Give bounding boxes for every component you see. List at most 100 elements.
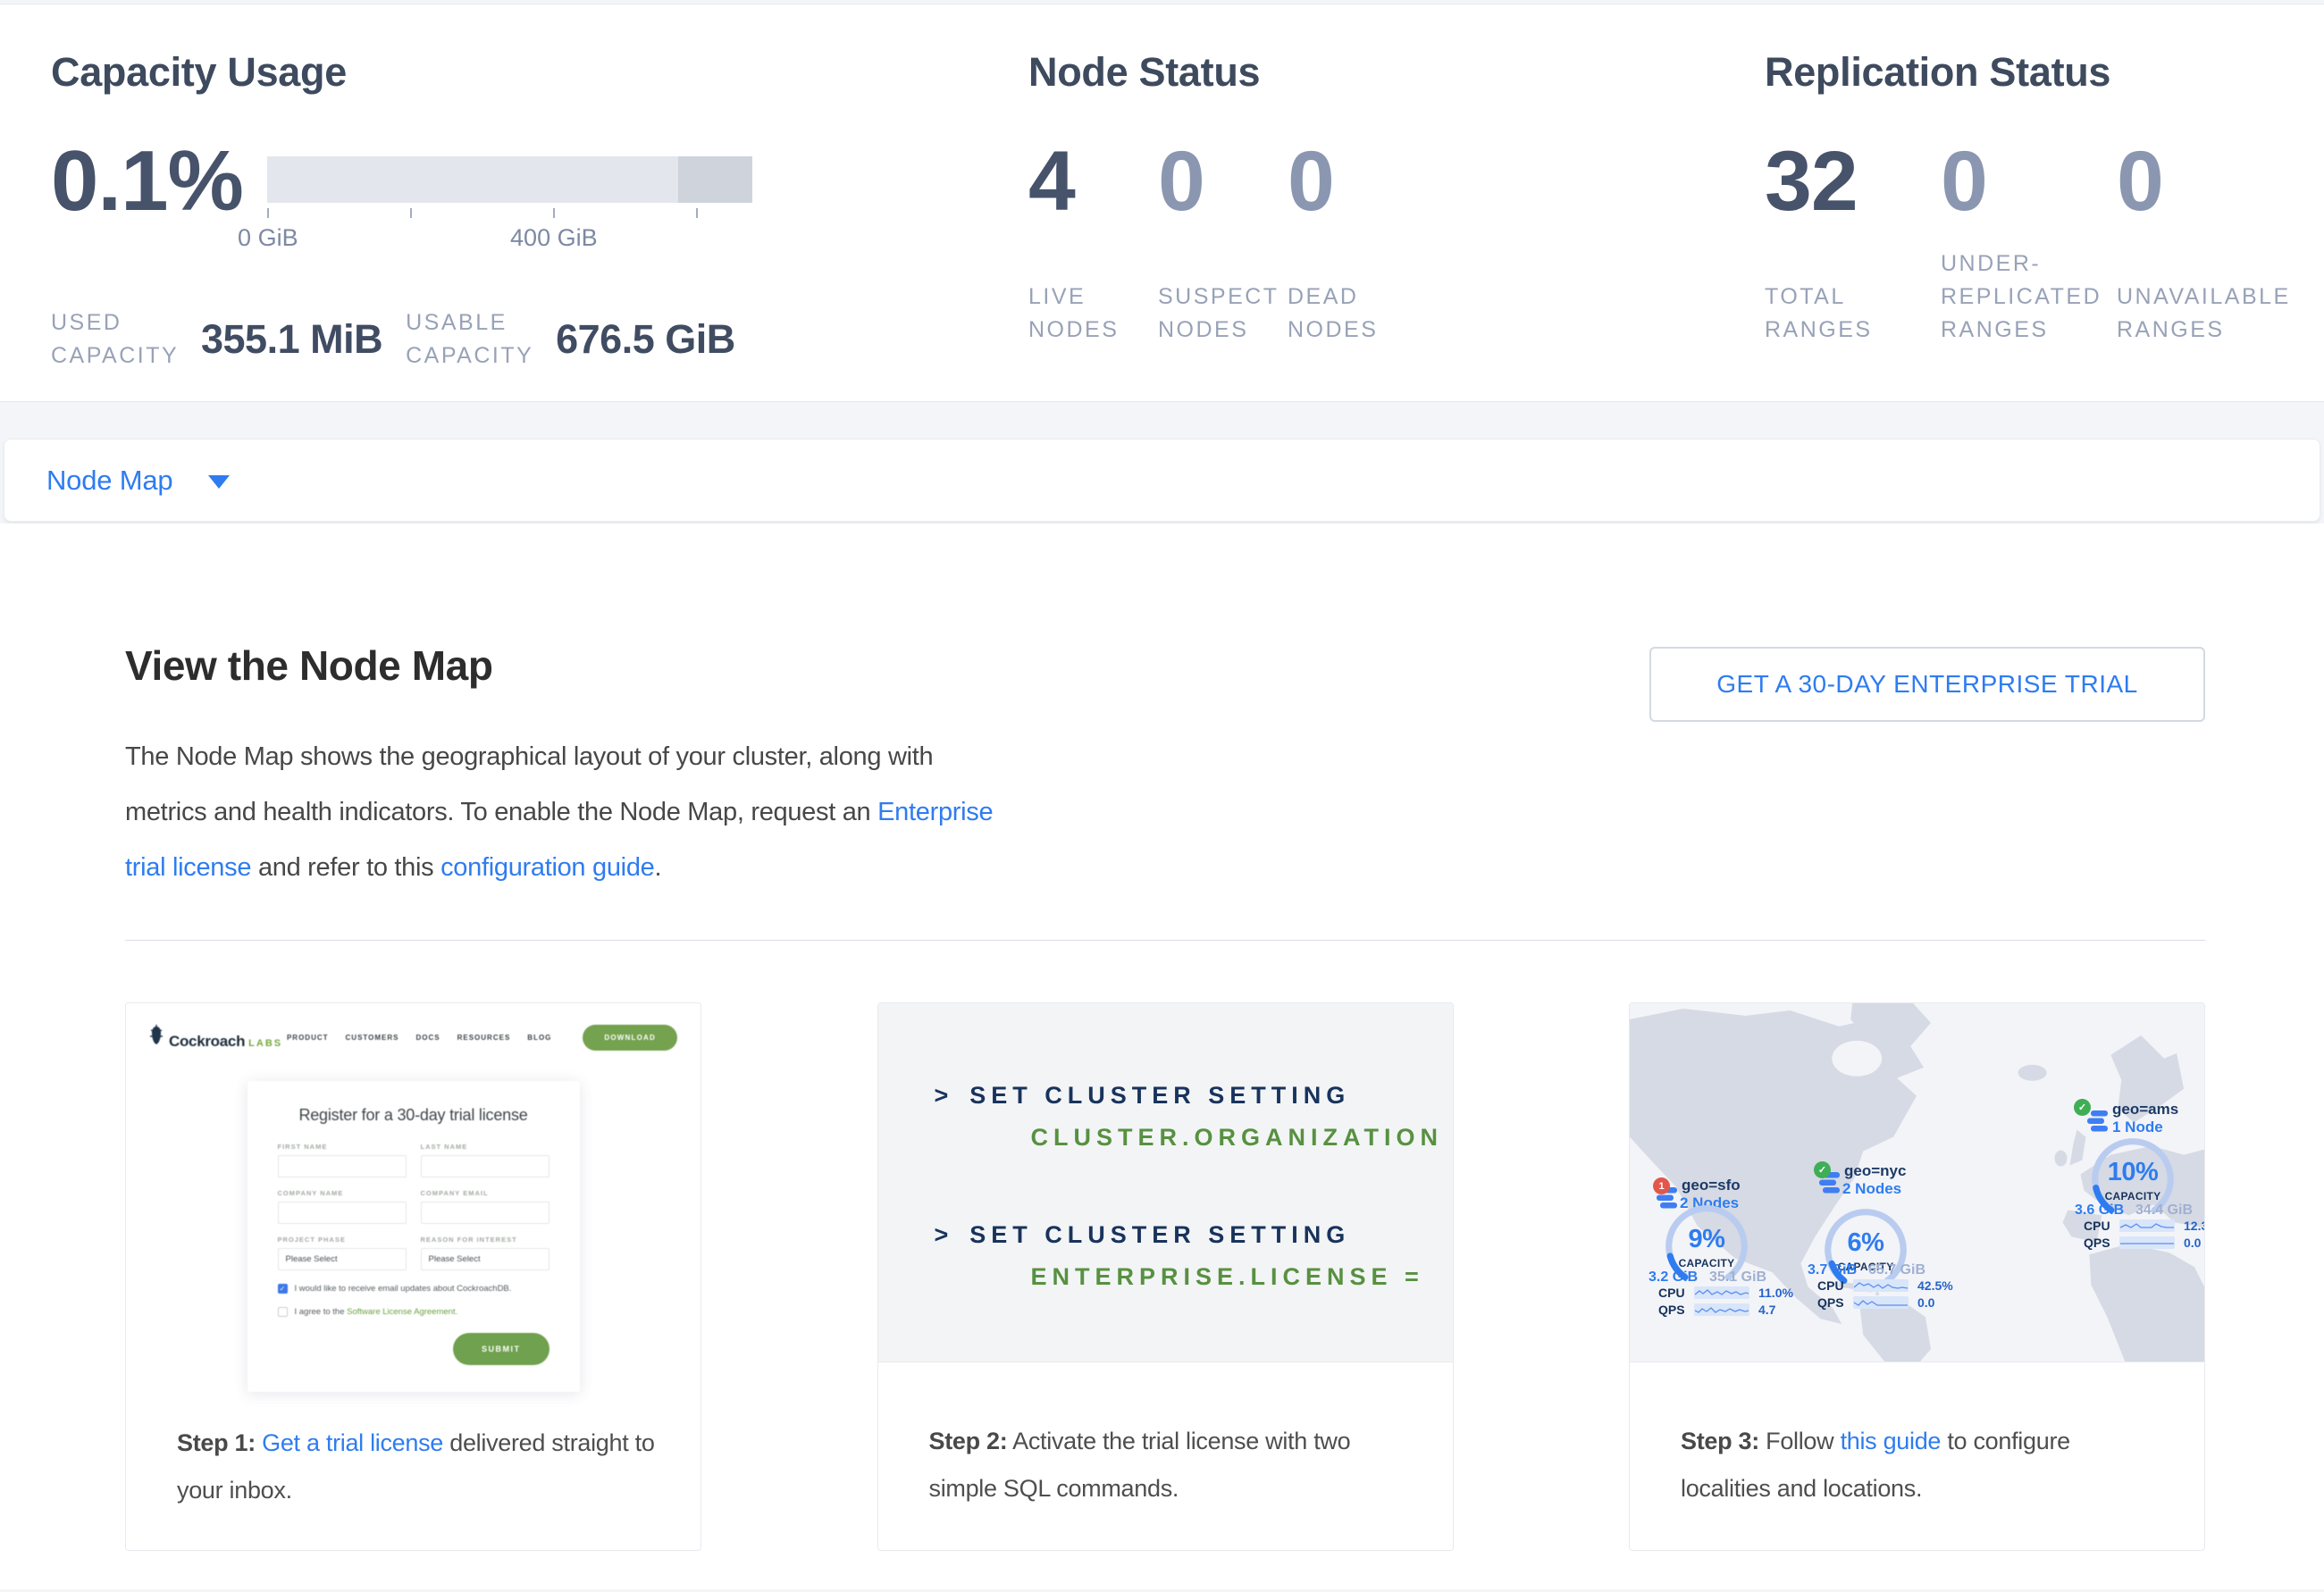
node-status-section: Node Status 4 LIVE NODES 0 SUSPECT NODES… bbox=[1028, 49, 1765, 401]
view-selector-label[interactable]: Node Map bbox=[46, 465, 172, 497]
qps-label: QPS bbox=[1658, 1303, 1694, 1317]
this-guide-link[interactable]: this guide bbox=[1841, 1428, 1942, 1454]
locality-name: geo=ams bbox=[2112, 1101, 2178, 1119]
step-prefix: Step 2: bbox=[929, 1428, 1008, 1454]
cpu-value: 11.0% bbox=[1758, 1286, 1793, 1300]
form-field: FIRST NAME bbox=[278, 1143, 407, 1177]
suspect-nodes-value: 0 bbox=[1158, 137, 1288, 226]
healthy-badge-icon: ✓ bbox=[2074, 1099, 2091, 1116]
cpu-label: CPU bbox=[1658, 1286, 1694, 1300]
cpu-value: 12.3% bbox=[2184, 1219, 2204, 1233]
checkbox-checked-icon: ✓ bbox=[278, 1284, 288, 1294]
cockroach-bug-icon bbox=[149, 1025, 164, 1046]
capacity-used: 3.7 GiB bbox=[1808, 1262, 1857, 1278]
usable-capacity-value: 676.5 GiB bbox=[556, 316, 735, 363]
axis-tick-label: 0 GiB bbox=[238, 224, 298, 252]
email-updates-checkbox-row: ✓ I would like to receive email updates … bbox=[278, 1284, 550, 1294]
total-ranges-stat: 32 TOTAL RANGES bbox=[1765, 137, 1941, 347]
promo-description-text: and refer to this bbox=[258, 853, 433, 882]
used-capacity-value: 355.1 MiB bbox=[201, 316, 382, 363]
view-selector-dropdown[interactable]: Node Map bbox=[4, 439, 2320, 522]
field-label: FIRST NAME bbox=[278, 1143, 407, 1151]
dead-nodes-stat: 0 DEAD NODES bbox=[1288, 137, 1417, 347]
total-ranges-label: TOTAL RANGES bbox=[1765, 281, 1899, 347]
healthy-badge-icon: ✓ bbox=[1814, 1161, 1831, 1178]
get-trial-license-link[interactable]: Get a trial license bbox=[262, 1429, 443, 1456]
step-prefix: Step 1: bbox=[177, 1429, 256, 1456]
cpu-metric-row: CPU 12.3% bbox=[2084, 1219, 2204, 1233]
checkbox-label-text: I agree to the bbox=[295, 1307, 345, 1317]
text-input bbox=[278, 1155, 407, 1177]
logo-suffix: LABS bbox=[248, 1038, 282, 1049]
field-label: COMPANY NAME bbox=[278, 1189, 407, 1197]
nav-item: DOCS bbox=[415, 1034, 440, 1042]
cpu-sparkline-chart bbox=[1853, 1279, 1909, 1292]
nav-item: BLOG bbox=[527, 1034, 551, 1042]
cpu-value: 42.5% bbox=[1917, 1278, 1953, 1293]
get-enterprise-trial-button[interactable]: GET A 30-DAY ENTERPRISE TRIAL bbox=[1649, 647, 2205, 722]
axis-tick bbox=[410, 208, 412, 218]
nav-item: CUSTOMERS bbox=[346, 1034, 399, 1042]
capacity-used: 3.2 GiB bbox=[1649, 1269, 1698, 1286]
node-map-preview: 1 geo=sfo 2 Nodes 9% CAPACITY bbox=[1630, 1003, 2204, 1362]
live-nodes-value: 4 bbox=[1028, 137, 1158, 226]
capacity-total: 65.7 GiB bbox=[1868, 1262, 1925, 1278]
cpu-label: CPU bbox=[2084, 1219, 2119, 1233]
capacity-percent: 0.1% bbox=[51, 137, 243, 244]
capacity-usage-title: Capacity Usage bbox=[51, 49, 1028, 96]
step1-card: Cockroach LABS PRODUCT CUSTOMERS DOCS RE… bbox=[125, 1002, 701, 1551]
under-replicated-label: UNDER-REPLICATED RANGES bbox=[1941, 247, 2075, 347]
replication-status-section: Replication Status 32 TOTAL RANGES 0 UND… bbox=[1765, 49, 2293, 401]
suspect-nodes-label: SUSPECT NODES bbox=[1158, 281, 1265, 347]
download-button: DOWNLOAD bbox=[583, 1025, 677, 1051]
node-map-promo-section: View the Node Map The Node Map shows the… bbox=[0, 524, 2324, 1589]
submit-button: SUBMIT bbox=[453, 1333, 550, 1365]
text-input bbox=[421, 1155, 550, 1177]
dead-nodes-value: 0 bbox=[1288, 137, 1417, 226]
capacity-range: 3.7 GiB 65.7 GiB bbox=[1808, 1262, 1925, 1278]
step2-card: >SET CLUSTER SETTING CLUSTER.ORGANIZATIO… bbox=[877, 1002, 1454, 1551]
sql-command: SET CLUSTER SETTING bbox=[969, 1221, 1350, 1248]
live-nodes-label: LIVE NODES bbox=[1028, 281, 1136, 347]
step1-caption: Step 1: Get a trial license delivered st… bbox=[126, 1420, 701, 1514]
unavailable-ranges-label: UNAVAILABLE RANGES bbox=[2117, 281, 2251, 347]
live-nodes-stat: 4 LIVE NODES bbox=[1028, 137, 1158, 347]
form-field: COMPANY NAME bbox=[278, 1189, 407, 1224]
locality-name: geo=nyc bbox=[1844, 1162, 1906, 1180]
step2-caption: Step 2: Activate the trial license with … bbox=[878, 1418, 1453, 1512]
field-label: PROJECT PHASE bbox=[278, 1236, 407, 1244]
qps-metric-row: QPS 4.7 bbox=[1658, 1303, 1775, 1317]
configuration-guide-link[interactable]: configuration guide bbox=[440, 853, 654, 882]
select-input: Please Select bbox=[278, 1248, 407, 1270]
under-replicated-stat: 0 UNDER-REPLICATED RANGES bbox=[1941, 137, 2117, 347]
form-field: COMPANY EMAIL bbox=[421, 1189, 550, 1224]
cpu-label: CPU bbox=[1817, 1278, 1853, 1293]
step-text: Follow bbox=[1766, 1428, 1833, 1454]
form-title: Register for a 30-day trial license bbox=[278, 1106, 550, 1125]
steps-cards-row: Cockroach LABS PRODUCT CUSTOMERS DOCS RE… bbox=[125, 1002, 2205, 1551]
sql-prompt: > bbox=[935, 1082, 954, 1109]
sql-prompt: > bbox=[935, 1221, 954, 1248]
form-field: PROJECT PHASE Please Select bbox=[278, 1236, 407, 1270]
field-label: COMPANY EMAIL bbox=[421, 1189, 550, 1197]
locality-nodes: 1 Node bbox=[2112, 1119, 2163, 1136]
suspect-nodes-stat: 0 SUSPECT NODES bbox=[1158, 137, 1288, 347]
field-label: REASON FOR INTEREST bbox=[421, 1236, 550, 1244]
qps-sparkline-chart bbox=[2119, 1236, 2175, 1249]
node-status-title: Node Status bbox=[1028, 49, 1765, 96]
capacity-bar bbox=[267, 156, 752, 203]
capacity-range: 3.2 GiB 35.1 GiB bbox=[1649, 1269, 1766, 1286]
qps-sparkline-chart bbox=[1694, 1303, 1749, 1316]
qps-label: QPS bbox=[2084, 1236, 2119, 1250]
text-input bbox=[278, 1202, 407, 1224]
cpu-sparkline-chart bbox=[1694, 1286, 1749, 1299]
unavailable-ranges-value: 0 bbox=[2117, 137, 2293, 226]
cpu-metric-row: CPU 11.0% bbox=[1658, 1286, 1793, 1300]
page-title: View the Node Map bbox=[125, 641, 1001, 690]
cluster-summary-panel: Capacity Usage 0.1% 0 GiB 400 GiB USED bbox=[0, 4, 2324, 402]
capacity-range: 3.6 GiB 34.4 GiB bbox=[2075, 1202, 2193, 1219]
form-field: LAST NAME bbox=[421, 1143, 550, 1177]
promo-description-text: The Node Map shows the geographical layo… bbox=[125, 742, 933, 826]
used-capacity-label: USED CAPACITY bbox=[51, 306, 192, 373]
form-field: REASON FOR INTEREST Please Select bbox=[421, 1236, 550, 1270]
